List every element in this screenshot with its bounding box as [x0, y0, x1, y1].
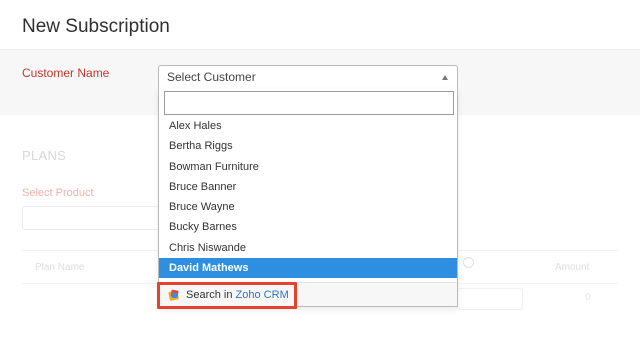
plan-quantity-select[interactable] — [457, 288, 523, 310]
plans-heading: PLANS — [22, 148, 67, 163]
dropdown-item[interactable]: Chris Niswande — [159, 238, 457, 258]
page-header: New Subscription — [0, 0, 640, 50]
dropdown-item[interactable]: Bruce Banner — [159, 177, 457, 197]
customer-name-label: Customer Name — [22, 66, 110, 80]
customer-dropdown: Alex Hales Bertha Riggs Bowman Furniture… — [158, 88, 458, 307]
dropdown-item-selected[interactable]: David Mathews — [159, 258, 457, 279]
customer-search-input[interactable] — [164, 91, 454, 115]
dropdown-item[interactable]: Bucky Barnes — [159, 217, 457, 237]
customer-select[interactable]: Select Customer — [158, 65, 458, 89]
select-product-label: Select Product — [22, 187, 94, 199]
customer-select-value: Select Customer — [167, 70, 256, 84]
dropdown-item[interactable]: Bruce Wayne — [159, 197, 457, 217]
customer-list: Alex Hales Bertha Riggs Bowman Furniture… — [159, 116, 457, 279]
highlight-annotation — [157, 282, 297, 309]
dropdown-item[interactable]: Bowman Furniture — [159, 157, 457, 177]
page-title: New Subscription — [22, 16, 170, 37]
dropdown-item[interactable]: Alex Hales — [159, 116, 457, 136]
amount-value: 0 — [585, 292, 591, 303]
chevron-up-icon — [442, 75, 448, 80]
product-select[interactable] — [22, 206, 162, 230]
dropdown-item[interactable]: Bertha Riggs — [159, 136, 457, 156]
column-plan-name: Plan Name — [35, 262, 85, 273]
column-amount: Amount — [555, 262, 590, 273]
info-icon — [463, 257, 474, 268]
